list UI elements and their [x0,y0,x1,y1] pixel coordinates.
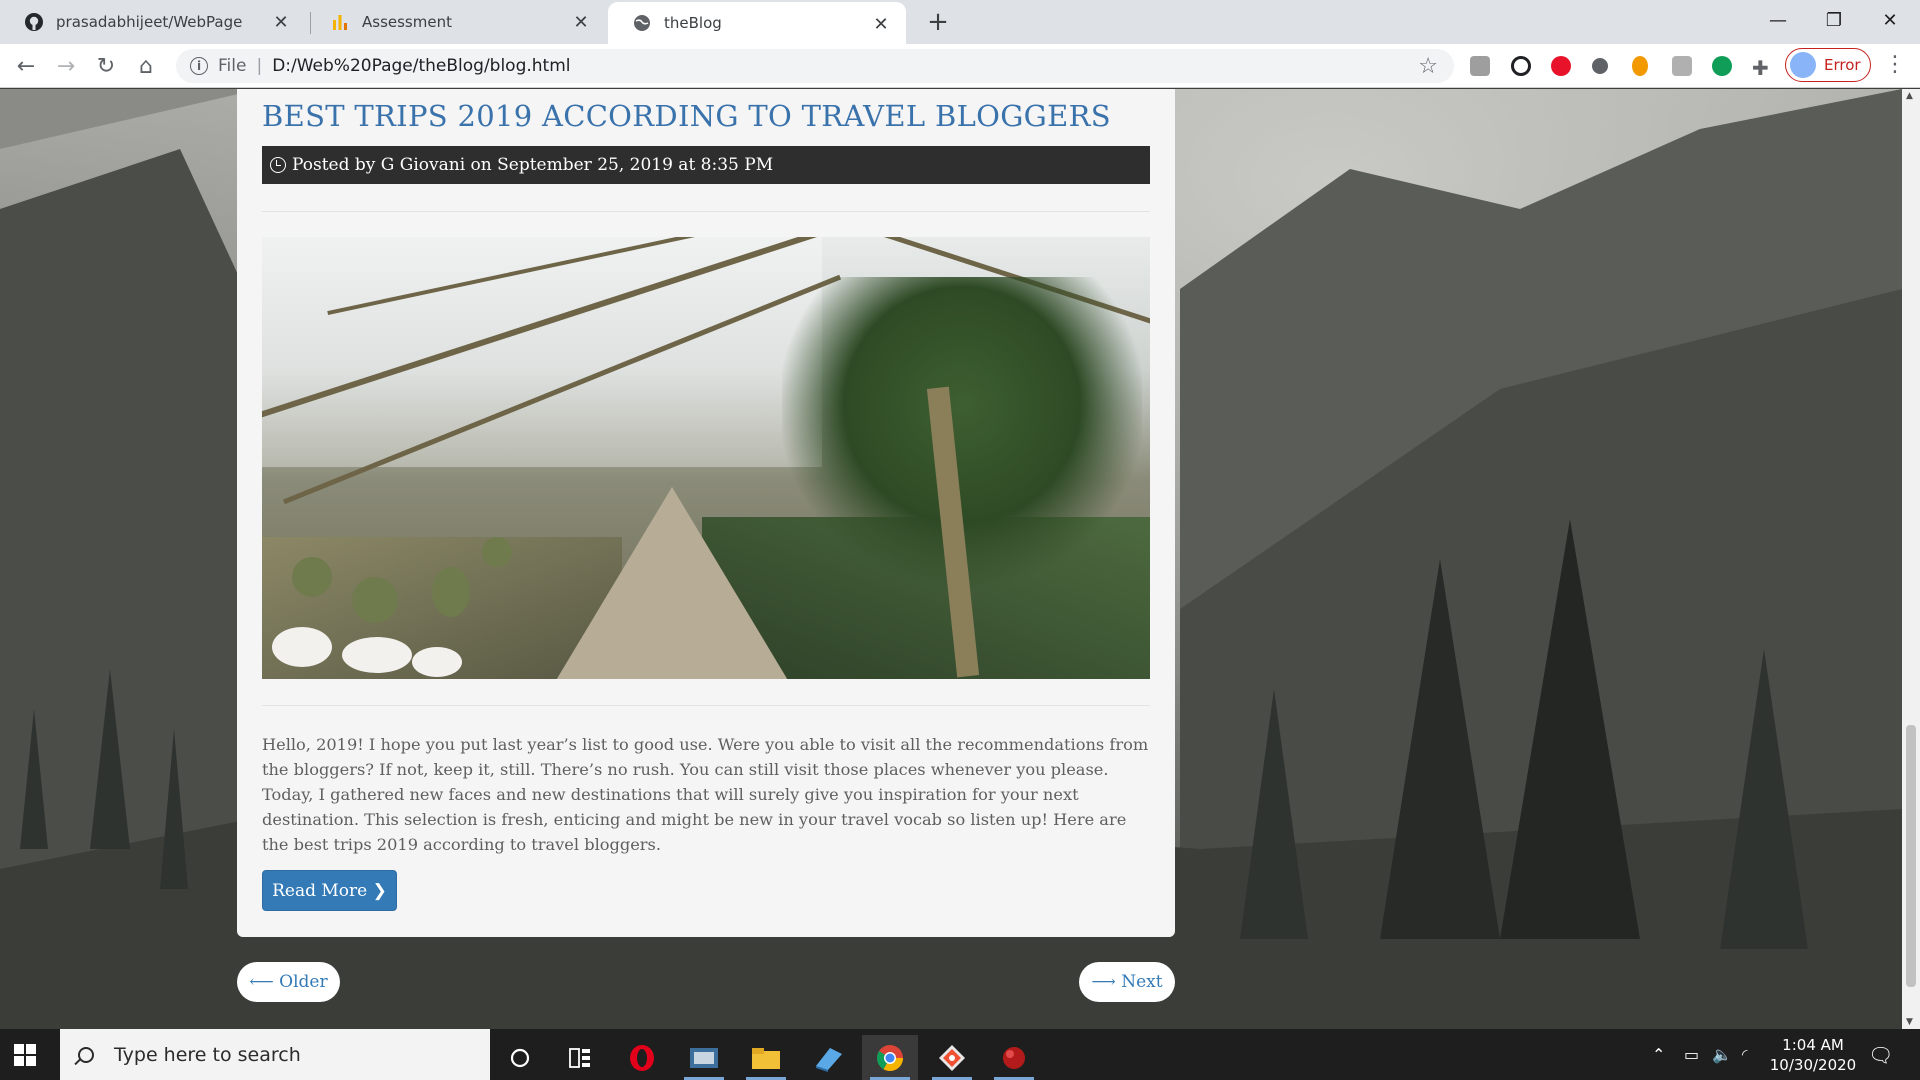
tree [160,729,188,889]
tree [1380,559,1500,939]
next-button[interactable]: ⟶ Next [1079,962,1175,1002]
cactus [352,577,398,623]
forward-button[interactable]: → [52,52,80,80]
vm-app-icon[interactable] [800,1035,856,1080]
avatar [1790,52,1816,78]
window-close-button[interactable]: ✕ [1862,0,1918,40]
cactus [292,557,332,597]
white-succulent [342,637,412,673]
scheme-label: File [218,56,247,76]
taskbar-search[interactable]: Type here to search [60,1029,490,1080]
github-icon [24,12,44,32]
post-excerpt: Hello, 2019! I hope you put last year’s … [262,735,1149,854]
cortana-icon[interactable] [492,1035,548,1080]
tab-label: prasadabhijeet/WebPage [56,13,243,31]
restore-button[interactable]: ❐ [1806,0,1862,40]
tab-theblog[interactable]: theBlog ✕ [608,2,906,44]
windows-start-icon[interactable] [14,1044,36,1066]
info-icon[interactable]: i [190,57,208,75]
notifications-icon[interactable]: 🗨 [1868,1029,1893,1080]
green-extension-icon[interactable] [1712,56,1732,76]
show-hidden-icons-icon[interactable]: ⌃ [1652,1029,1665,1080]
divider [262,705,1150,706]
sync-extension-icon[interactable] [1511,56,1531,76]
tab-strip: prasadabhijeet/WebPage ✕ Assessment ✕ th… [0,0,1920,44]
file-explorer-icon[interactable] [738,1035,794,1080]
wifi-icon[interactable]: ◜ [1742,1029,1747,1080]
tree [1500,519,1640,939]
pdf-extension-icon[interactable] [1470,56,1490,76]
tree [90,669,130,849]
volume-icon[interactable]: 🔈 [1712,1029,1732,1080]
cactus [482,537,512,567]
tab-github[interactable]: prasadabhijeet/WebPage ✕ [0,0,306,44]
scroll-up-arrow-icon[interactable]: ▲ [1906,91,1913,101]
bookmark-star-icon[interactable]: ☆ [1418,54,1438,79]
stone-path [552,487,792,679]
reload-button[interactable]: ↻ [92,52,120,80]
close-icon[interactable]: ✕ [270,11,292,33]
task-view-icon[interactable] [552,1035,608,1080]
taskbar: Type here to search ⌃ ▭ 🔈 ◜ 1:04 AM 10/3… [0,1029,1920,1080]
post-title[interactable]: BEST TRIPS 2019 ACCORDING TO TRAVEL BLOG… [262,99,1111,133]
tree [20,709,48,849]
scroll-down-arrow-icon[interactable]: ▼ [1906,1017,1913,1027]
tab-label: Assessment [362,13,452,31]
chrome-icon[interactable] [862,1035,918,1080]
back-button[interactable]: ← [12,52,40,80]
translate-extension-icon[interactable] [1672,56,1692,76]
post-meta-bar: Posted by G Giovani on September 25, 201… [262,146,1150,184]
clock-time: 1:04 AM [1782,1036,1844,1054]
circle-extension-icon[interactable] [1592,58,1608,74]
older-button[interactable]: ⟵ Older [237,962,340,1002]
close-icon[interactable]: ✕ [870,13,892,35]
clock-date: 10/30/2020 [1769,1056,1857,1074]
divider [262,211,1150,212]
profile-label: Error [1824,56,1861,74]
tree [1240,689,1308,939]
media-app-icon[interactable] [676,1035,732,1080]
tree [1720,649,1808,949]
red-app-icon[interactable] [986,1035,1042,1080]
browser-toolbar: ← → ↻ ⌂ i File | D:/Web%20Page/theBlog/b… [0,44,1920,88]
puzzle-extensions-icon[interactable]: ✚ [1752,56,1772,80]
tab-label: theBlog [664,14,722,32]
read-more-button[interactable]: Read More ❯ [262,870,397,911]
post-image [262,237,1150,679]
honey-extension-icon[interactable] [1632,56,1648,76]
url-text[interactable]: D:/Web%20Page/theBlog/blog.html [272,56,570,76]
close-icon[interactable]: ✕ [570,11,592,33]
battery-icon[interactable]: ▭ [1684,1029,1699,1080]
adblock-extension-icon[interactable] [1551,56,1571,76]
tab-assessment[interactable]: Assessment ✕ [306,0,606,44]
white-succulent [412,647,462,677]
kebab-menu-icon[interactable]: ⋮ [1884,52,1906,80]
cactus [432,567,470,617]
search-placeholder: Type here to search [114,1043,301,1066]
new-tab-button[interactable]: + [922,6,954,38]
search-icon [78,1046,94,1063]
profile-button[interactable]: Error [1785,48,1871,82]
glass-roof [262,237,822,467]
clock-icon [270,157,286,173]
page-viewport: BEST TRIPS 2019 ACCORDING TO TRAVEL BLOG… [0,89,1902,1029]
globe-icon [632,13,652,33]
git-app-icon[interactable] [924,1035,980,1080]
post-meta-text: Posted by G Giovani on September 25, 201… [292,155,774,175]
home-button[interactable]: ⌂ [132,52,160,80]
taskbar-clock[interactable]: 1:04 AM 10/30/2020 [1758,1035,1868,1075]
divider: | [256,56,263,76]
opera-icon[interactable] [614,1035,670,1080]
page-scrollbar[interactable]: ▲ ▼ [1902,89,1920,1029]
address-bar[interactable]: i File | D:/Web%20Page/theBlog/blog.html… [176,49,1454,83]
bar-chart-icon [330,12,350,32]
white-succulent [272,627,332,667]
scrollbar-thumb[interactable] [1906,725,1916,987]
minimize-button[interactable]: — [1750,0,1806,40]
